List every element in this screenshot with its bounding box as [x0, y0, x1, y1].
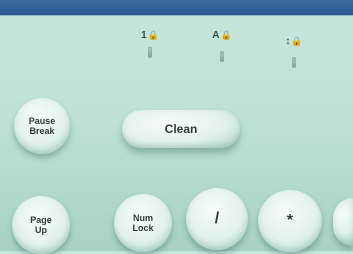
- num-lock-key[interactable]: Num Lock: [114, 194, 172, 252]
- page-up-key-line1: Page: [30, 215, 52, 225]
- asterisk-key-label: *: [286, 212, 294, 229]
- scroll-lock-indicator-label: ↕: [285, 36, 291, 47]
- partial-key[interactable]: [333, 198, 353, 246]
- page-up-key-line2: Up: [35, 225, 47, 235]
- asterisk-key[interactable]: *: [258, 190, 322, 252]
- num-lock-led: [148, 47, 152, 58]
- pause-break-key[interactable]: Pause Break: [14, 98, 70, 154]
- clean-key-label: Clean: [164, 122, 198, 136]
- page-up-key[interactable]: Page Up: [12, 196, 70, 254]
- pause-break-key-line1: Pause: [28, 116, 56, 126]
- clean-key[interactable]: Clean: [122, 110, 240, 148]
- num-lock-indicator: 1 🔒: [136, 30, 164, 58]
- caps-lock-indicator-label: A: [212, 30, 220, 41]
- slash-key-label: /: [214, 210, 220, 227]
- caps-lock-led: [220, 51, 224, 62]
- lock-icon: 🔒: [147, 30, 159, 40]
- scroll-lock-led: [292, 57, 296, 68]
- num-lock-key-line1: Num: [133, 213, 153, 223]
- slash-key[interactable]: /: [186, 188, 248, 250]
- caps-lock-indicator: A 🔒: [208, 30, 236, 62]
- pause-break-key-line2: Break: [29, 126, 55, 136]
- num-lock-key-line2: Lock: [132, 223, 154, 233]
- top-bar: [0, 0, 353, 16]
- lock-icon: 🔒: [220, 30, 232, 40]
- lock-icon: 🔒: [291, 36, 303, 46]
- num-lock-indicator-label: 1: [141, 30, 147, 41]
- scroll-lock-indicator: ↕ 🔒: [280, 36, 308, 68]
